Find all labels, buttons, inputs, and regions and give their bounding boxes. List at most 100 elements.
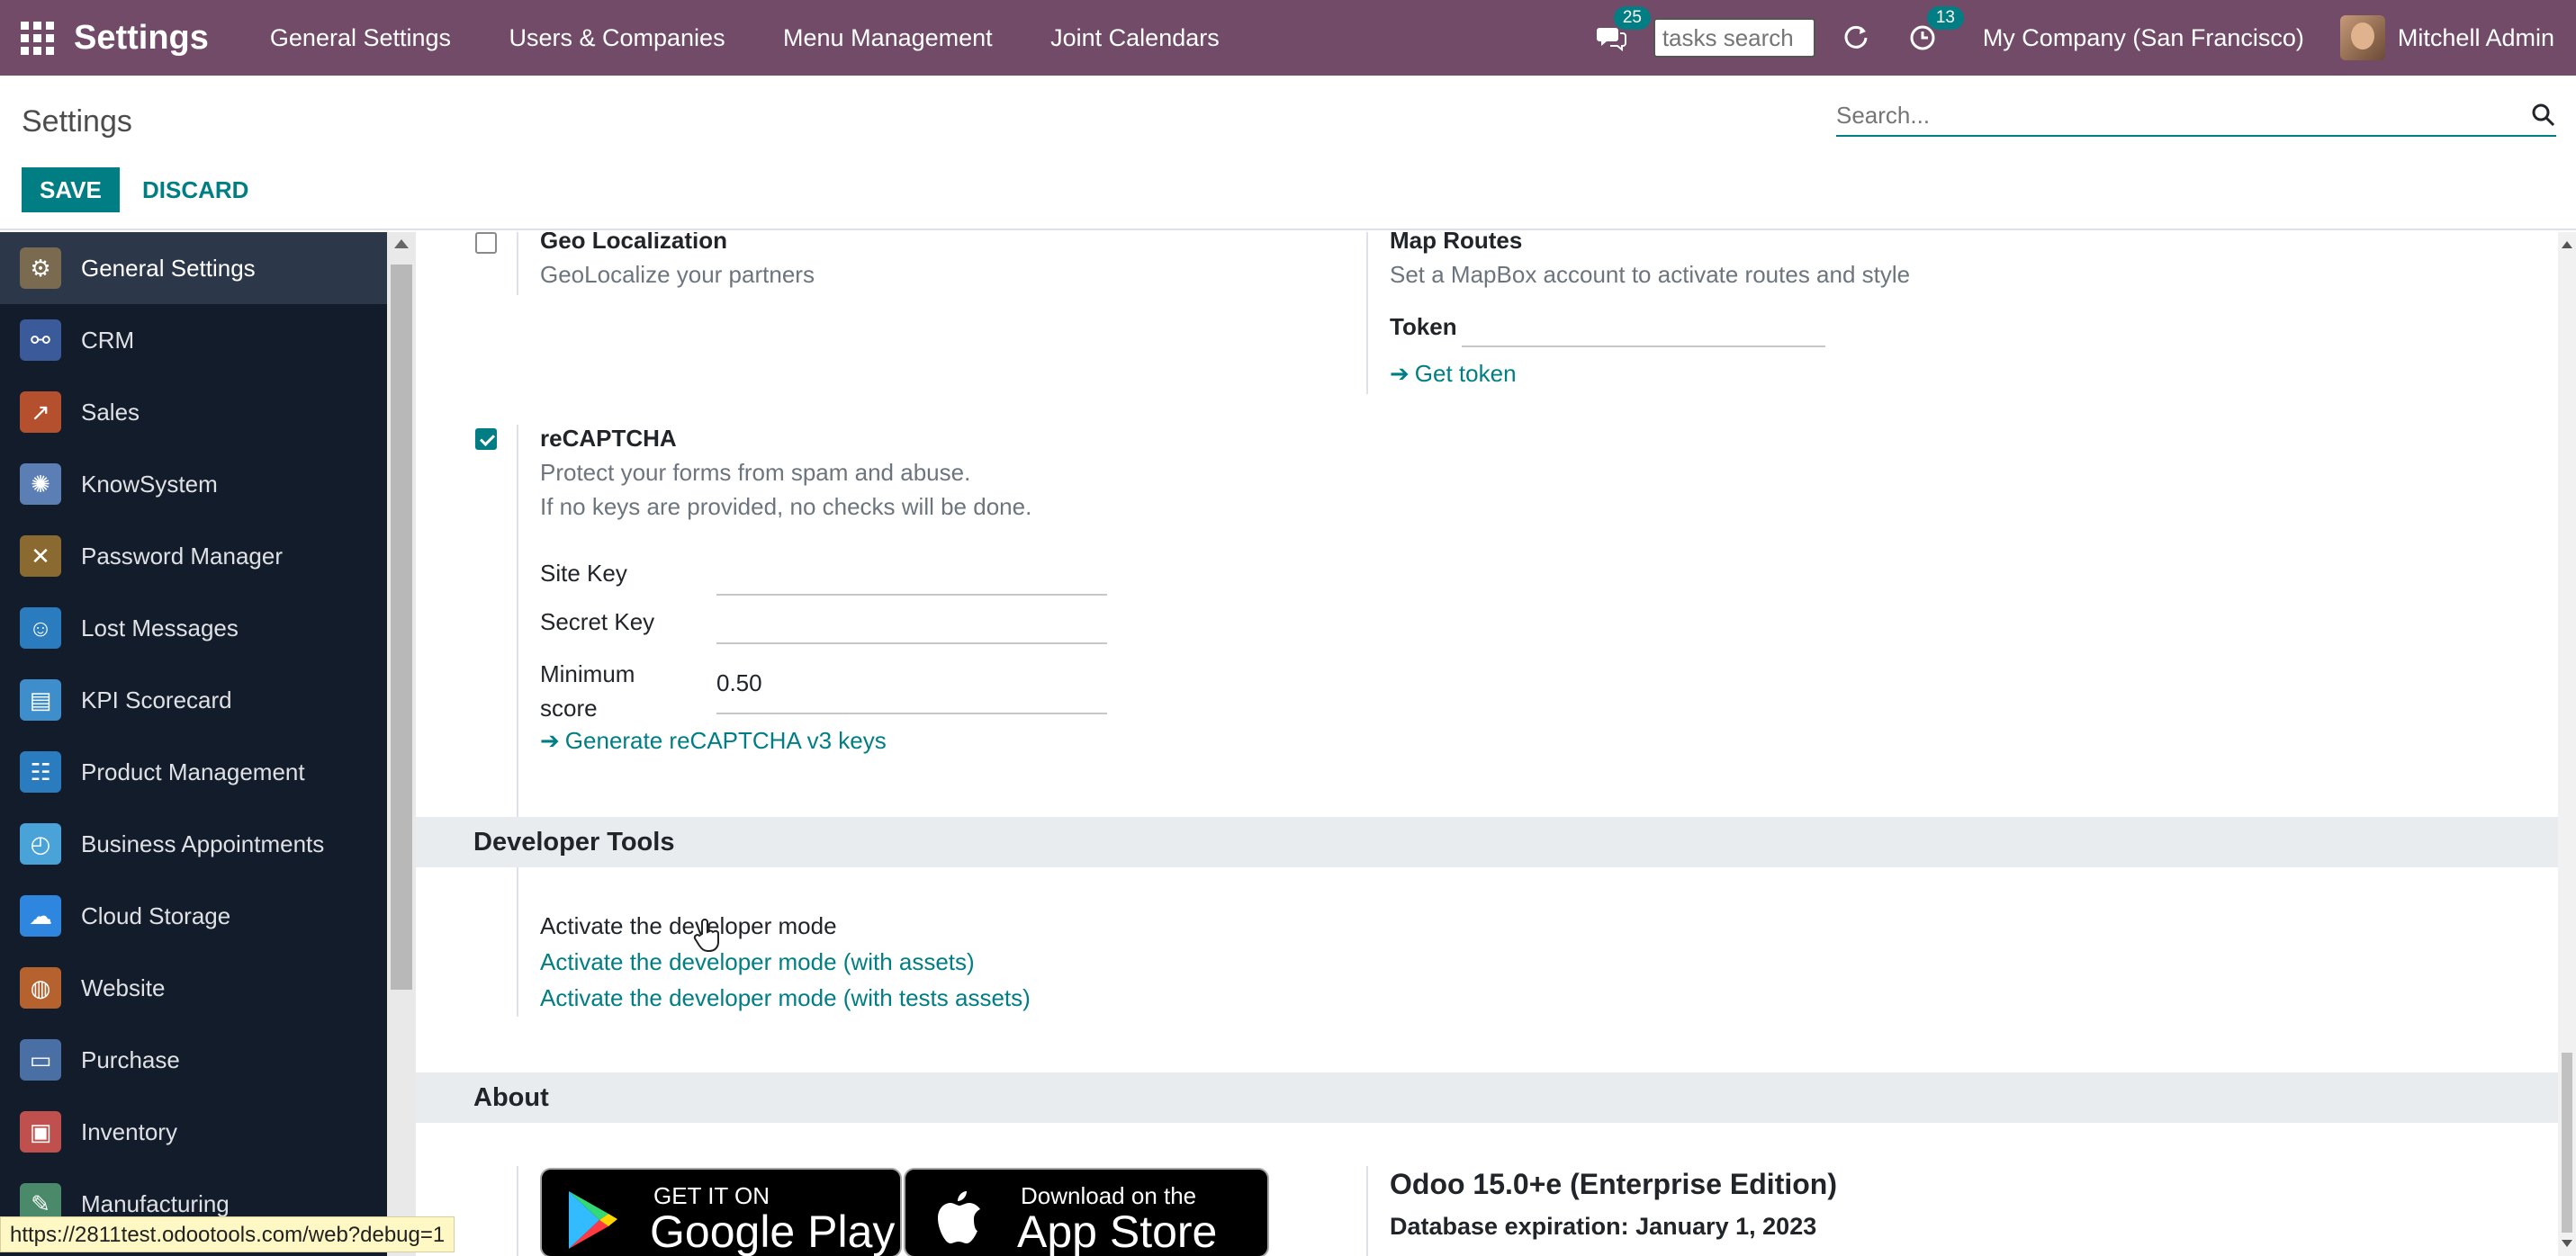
get-token-link[interactable]: ➔ Get token — [1390, 360, 1517, 388]
database-expiration: Database expiration: January 1, 2023 — [1390, 1213, 1817, 1240]
clock-icon — [1910, 25, 1935, 50]
activate-developer-tests-link[interactable]: Activate the developer mode (with tests … — [540, 984, 1031, 1012]
user-menu[interactable]: Mitchell Admin — [2339, 15, 2554, 60]
discard-button[interactable]: DISCARD — [137, 167, 254, 212]
token-label: Token — [1390, 313, 1457, 340]
activate-developer-mode-link[interactable]: Activate the developer mode — [540, 912, 837, 940]
generate-recaptcha-label: Generate reCAPTCHA v3 keys — [564, 727, 887, 754]
sidebar-item-website[interactable]: ◍ Website — [0, 952, 387, 1024]
sidebar-item-label: Lost Messages — [81, 614, 239, 641]
messages-button[interactable]: 25 — [1596, 6, 1651, 51]
tasks-search-input[interactable] — [1653, 18, 1815, 58]
sidebar-item-label: Inventory — [81, 1117, 177, 1145]
odoo-version: Odoo 15.0+e (Enterprise Edition) — [1390, 1168, 1837, 1200]
sidebar-item-general-settings[interactable]: ⚙ General Settings — [0, 232, 387, 304]
arrow-right-icon: ➔ — [1390, 360, 1410, 387]
sidebar-item-password-manager[interactable]: ✕ Password Manager — [0, 520, 387, 592]
sidebar-item-label: Purchase — [81, 1045, 180, 1073]
divider — [517, 232, 518, 295]
sidebar-item-lost-messages[interactable]: ☺ Lost Messages — [0, 592, 387, 664]
geo-localization-title: Geo Localization — [540, 232, 728, 254]
sidebar-item-label: Manufacturing — [81, 1189, 230, 1217]
app-store-name: App Store — [1017, 1207, 1218, 1256]
sidebar-item-label: Website — [81, 973, 166, 1001]
avatar — [2339, 15, 2385, 60]
recaptcha-description: Protect your forms from spam and abuse. — [540, 459, 971, 486]
map-routes-title: Map Routes — [1390, 232, 1523, 254]
sidebar-item-kpi-scorecard[interactable]: ▤ KPI Scorecard — [0, 664, 387, 736]
site-key-underline — [716, 594, 1107, 596]
sidebar-item-label: Cloud Storage — [81, 902, 231, 929]
sidebar-item-label: General Settings — [81, 254, 256, 282]
user-name: Mitchell Admin — [2397, 23, 2554, 51]
menu-users-companies[interactable]: Users & Companies — [509, 24, 725, 51]
control-panel: Settings SAVE DISCARD — [0, 76, 2576, 230]
site-key-label: Site Key — [540, 560, 627, 587]
developer-tools-section-header: Developer Tools — [416, 817, 2558, 867]
app-title[interactable]: Settings — [74, 19, 209, 58]
recaptcha-title: reCAPTCHA — [540, 425, 677, 452]
sidebar-item-label: CRM — [81, 326, 135, 354]
menu-menu-management[interactable]: Menu Management — [783, 24, 993, 51]
app-store-badge[interactable]: Download on the App Store — [904, 1168, 1269, 1256]
token-underline — [1462, 345, 1825, 347]
apps-menu-icon[interactable] — [0, 0, 74, 76]
arrow-right-icon: ➔ — [540, 727, 560, 754]
min-score-input[interactable]: 0.50 — [716, 669, 762, 697]
geo-localization-description: GeoLocalize your partners — [540, 261, 815, 288]
sidebar-item-cloud-storage[interactable]: ☁ Cloud Storage — [0, 880, 387, 952]
sidebar-scrollbar[interactable] — [387, 232, 416, 1256]
google-play-badge[interactable]: GET IT ON Google Play — [540, 1168, 902, 1256]
content-scrollbar[interactable] — [2558, 232, 2576, 1256]
company-switcher[interactable]: My Company (San Francisco) — [1983, 24, 2304, 52]
divider — [1366, 1166, 1368, 1256]
geo-localization-checkbox[interactable] — [475, 232, 497, 254]
sidebar-item-label: KnowSystem — [81, 470, 218, 498]
activities-count-badge: 13 — [1926, 6, 1964, 30]
menu-general-settings[interactable]: General Settings — [270, 24, 451, 51]
min-score-underline — [716, 713, 1107, 714]
search-input[interactable] — [1836, 101, 2531, 130]
site-key-input[interactable] — [716, 554, 1107, 590]
get-token-label: Get token — [1414, 360, 1517, 387]
search-bar — [1836, 95, 2556, 137]
sidebar-item-label: KPI Scorecard — [81, 686, 232, 713]
generate-recaptcha-link[interactable]: ➔ Generate reCAPTCHA v3 keys — [540, 727, 887, 755]
sidebar-item-label: Password Manager — [81, 542, 283, 570]
secret-key-label: Secret Key — [540, 608, 655, 635]
save-button[interactable]: SAVE — [22, 167, 120, 212]
top-navbar: Settings General Settings Users & Compan… — [0, 0, 2576, 76]
sidebar-item-business-appointments[interactable]: ◴ Business Appointments — [0, 808, 387, 880]
sidebar-item-label: Business Appointments — [81, 830, 325, 857]
secret-key-input[interactable] — [716, 603, 1107, 639]
tools-icon: ✕ — [20, 535, 61, 577]
secret-key-underline — [716, 642, 1107, 644]
sidebar-item-label: Product Management — [81, 758, 305, 785]
recaptcha-checkbox[interactable] — [475, 428, 497, 450]
handshake-icon: ⚯ — [20, 319, 61, 361]
box-icon: ▣ — [20, 1111, 61, 1153]
activities-button[interactable]: 13 — [1909, 6, 1964, 51]
sliders-icon: ☷ — [20, 751, 61, 793]
activate-developer-assets-link[interactable]: Activate the developer mode (with assets… — [540, 948, 975, 976]
hand-cursor-icon — [693, 919, 719, 952]
sidebar-item-sales[interactable]: ↗ Sales — [0, 376, 387, 448]
google-play-icon — [569, 1191, 617, 1249]
sidebar-item-inventory[interactable]: ▣ Inventory — [0, 1096, 387, 1168]
refresh-button[interactable] — [1842, 24, 1869, 51]
divider — [517, 425, 518, 955]
settings-sidebar: ⚙ General Settings ⚯ CRM ↗ Sales ✺ KnowSystem ✕ P… — [0, 232, 387, 1256]
divider — [1366, 232, 1368, 394]
refresh-icon — [1844, 25, 1868, 49]
about-title: About — [473, 1083, 549, 1112]
sidebar-item-product-management[interactable]: ☷ Product Management — [0, 736, 387, 808]
menu-joint-calendars[interactable]: Joint Calendars — [1050, 24, 1220, 51]
chart-icon: ↗ — [20, 391, 61, 433]
sidebar-item-crm[interactable]: ⚯ CRM — [0, 304, 387, 376]
card-icon: ▭ — [20, 1039, 61, 1081]
sidebar-item-purchase[interactable]: ▭ Purchase — [0, 1024, 387, 1096]
search-icon[interactable] — [2531, 103, 2556, 128]
sidebar-item-knowsystem[interactable]: ✺ KnowSystem — [0, 448, 387, 520]
min-score-label-line2: score — [540, 695, 598, 722]
token-input[interactable] — [1462, 310, 1825, 345]
